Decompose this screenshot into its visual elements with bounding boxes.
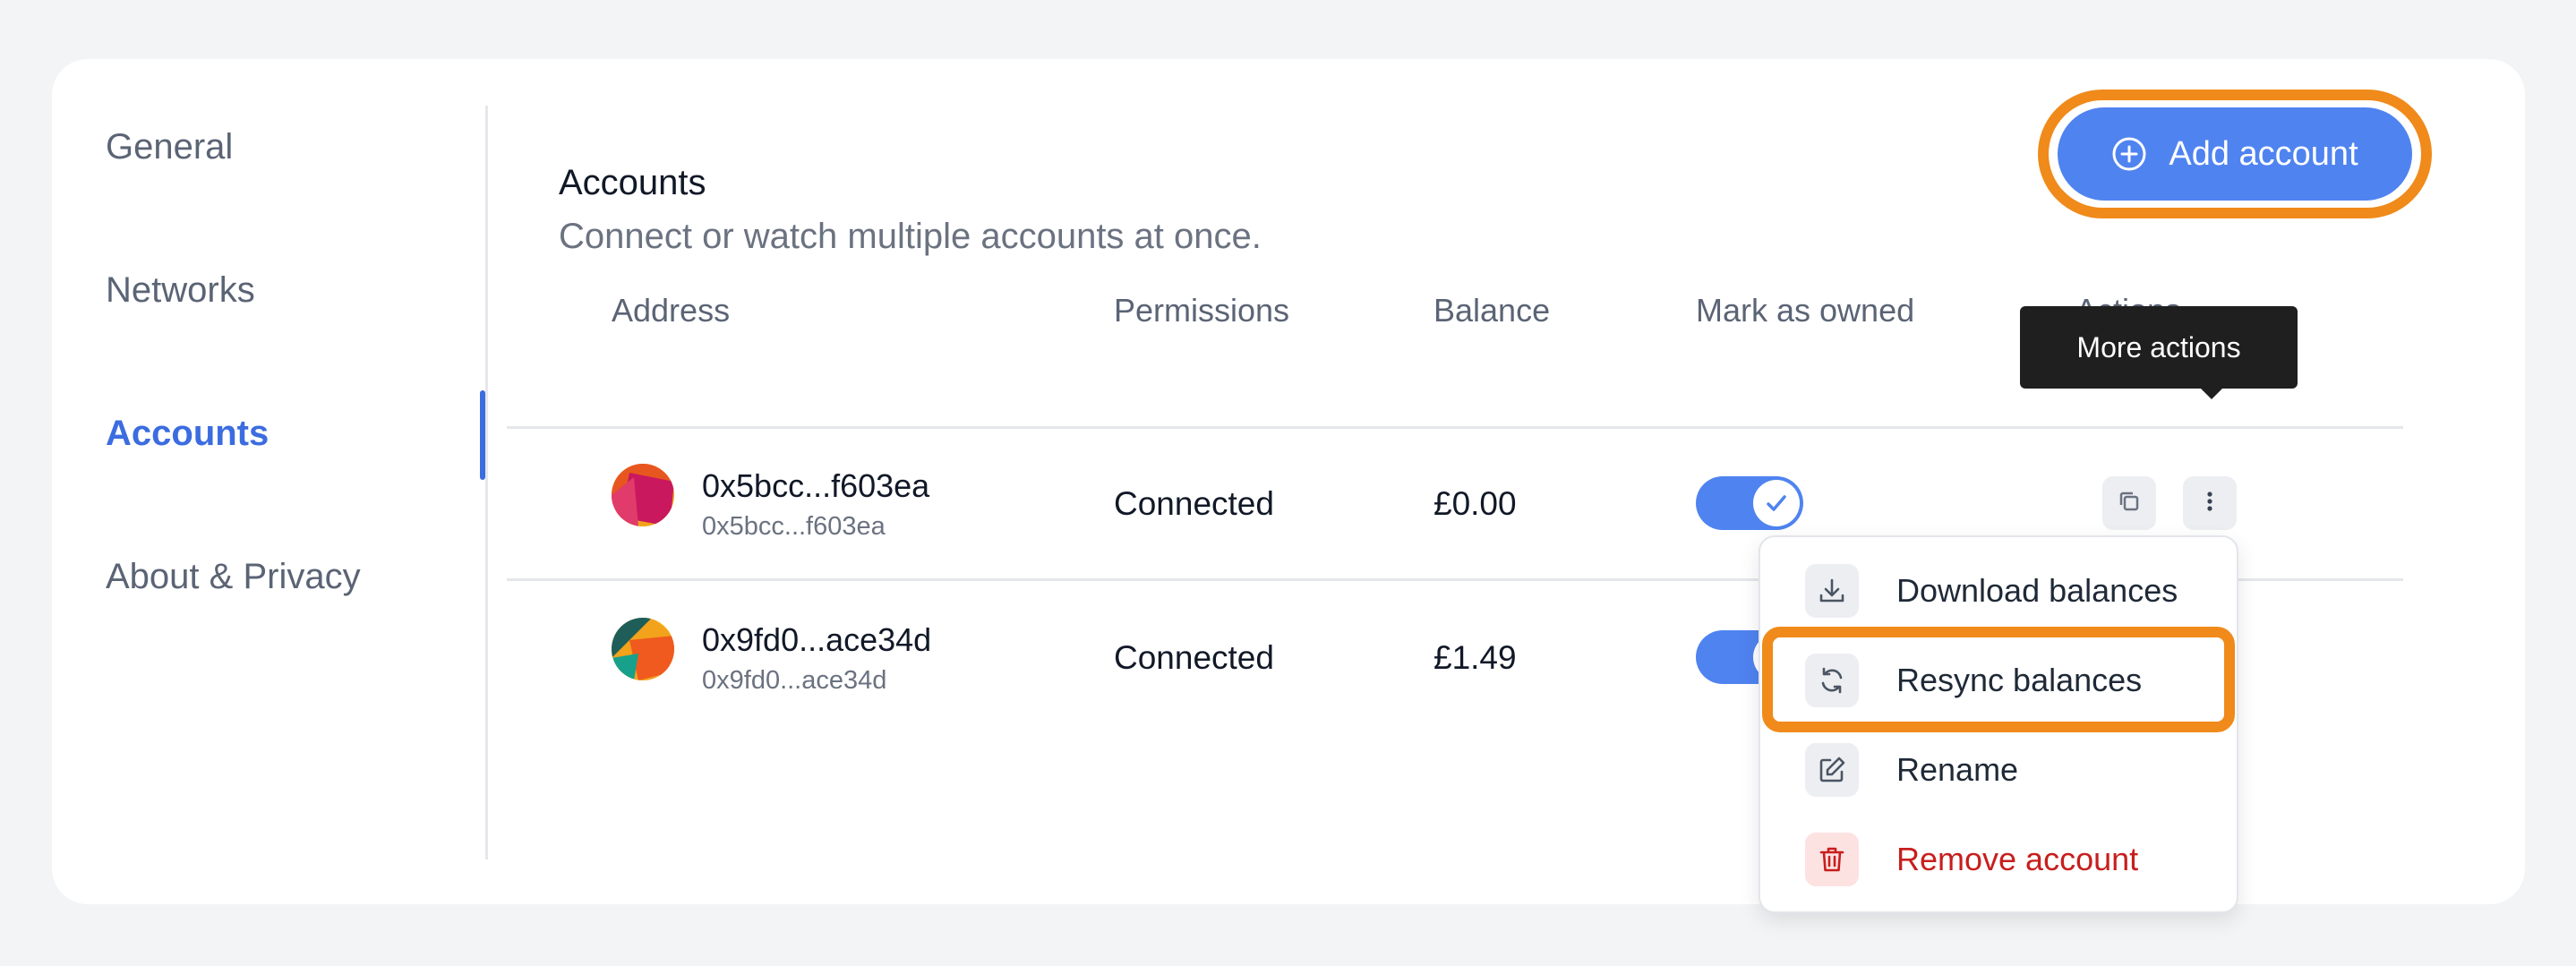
permissions-cell: Connected [1114,485,1274,522]
avatar [612,618,674,680]
permissions-cell: Connected [1114,639,1274,676]
sidebar-divider [485,106,488,859]
menu-item-label: Remove account [1896,841,2139,877]
menu-item-remove-account[interactable]: Remove account [1760,815,2237,904]
column-header-address: Address [612,292,731,329]
row-divider [507,426,2403,429]
column-header-mark-as-owned: Mark as owned [1696,292,1915,329]
account-address: 0x5bcc...f603ea [702,512,886,541]
sidebar-item-networks[interactable]: Networks [106,270,255,311]
download-icon [1805,564,1859,618]
menu-item-download-balances[interactable]: Download balances [1760,546,2237,636]
copy-address-button[interactable] [2102,476,2156,530]
menu-item-label: Rename [1896,751,2019,788]
trash-icon [1805,833,1859,886]
account-name: 0x9fd0...ace34d [702,621,932,658]
add-account-label: Add account [2169,134,2358,173]
page-title: Accounts [559,163,706,202]
more-actions-tooltip: More actions [2020,306,2298,389]
column-header-balance: Balance [1433,292,1551,329]
avatar [612,464,674,526]
balance-cell: £0.00 [1433,485,1517,522]
check-icon [1753,480,1800,526]
more-actions-button[interactable] [2183,476,2237,530]
account-address: 0x9fd0...ace34d [702,666,887,695]
column-header-permissions: Permissions [1114,292,1290,329]
tooltip-arrow [2199,387,2224,399]
menu-item-label: Download balances [1896,572,2178,609]
copy-icon [2116,488,2143,519]
menu-item-rename[interactable]: Rename [1760,725,2237,815]
sidebar-item-about-privacy[interactable]: About & Privacy [106,557,361,597]
owned-toggle[interactable] [1696,476,1803,530]
add-account-button[interactable]: Add account [2058,107,2412,201]
page-subtitle: Connect or watch multiple accounts at on… [559,217,1262,256]
sidebar: General Networks Accounts About & Privac… [52,59,487,904]
balance-cell: £1.49 [1433,639,1517,676]
edit-icon [1805,743,1859,797]
resync-highlight [1762,627,2235,732]
plus-circle-icon [2111,136,2147,172]
sidebar-item-accounts[interactable]: Accounts [106,414,269,454]
kebab-menu-icon [2196,488,2223,519]
sidebar-item-general[interactable]: General [106,127,233,167]
account-name: 0x5bcc...f603ea [702,467,930,504]
